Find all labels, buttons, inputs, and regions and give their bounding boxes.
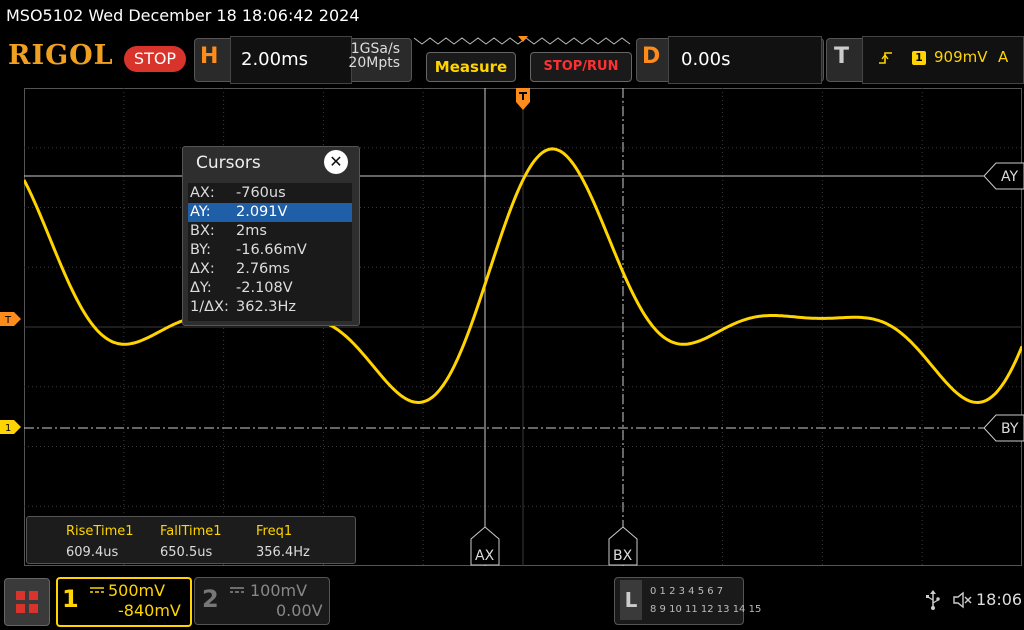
waveform-overview-bar[interactable]: [412, 36, 634, 48]
cursor-ax-label: AX: [475, 548, 495, 564]
usb-icon: [926, 590, 940, 610]
trigger-level: 909mV: [934, 48, 988, 66]
ch1-offset-marker-label: 1: [5, 423, 11, 434]
delay-key: D: [642, 44, 661, 69]
delay-value[interactable]: 0.00s: [668, 36, 822, 84]
cursor-row-label: BX:: [190, 223, 215, 239]
horizontal-key: H: [200, 44, 219, 69]
measure-label-rise: RiseTime1: [66, 524, 134, 539]
cursor-row-dy: ΔY: -2.108V: [188, 279, 352, 298]
measure-label-fall: FallTime1: [160, 524, 222, 539]
measure-value-rise: 609.4us: [66, 545, 119, 560]
cursor-ay-label: AY: [1001, 169, 1018, 185]
channel-1-scale: 500mV: [108, 581, 166, 600]
stop-run-button[interactable]: STOP/RUN: [530, 52, 632, 82]
system-clock: 18:06: [976, 590, 1023, 609]
logic-channels-row-1: 0 1 2 3 4 5 6 7: [650, 586, 724, 597]
graticule: [24, 88, 1022, 566]
cursor-row-value: -760us: [236, 185, 286, 201]
trigger-level-marker[interactable]: T: [0, 312, 22, 326]
cursor-row-value: 2ms: [236, 223, 267, 239]
close-icon[interactable]: ✕: [324, 150, 348, 174]
sample-rate: 1GSa/s: [350, 41, 400, 57]
cursor-by-tag[interactable]: BY: [984, 414, 1024, 442]
cursors-window-title: Cursors: [196, 153, 261, 173]
cursor-row-dx: ΔX: 2.76ms: [188, 260, 352, 279]
cursor-row-label: BY:: [190, 242, 211, 258]
cursor-row-ay[interactable]: AY: 2.091V: [188, 203, 352, 222]
channel-2-scale: 100mV: [250, 581, 308, 600]
run-state-badge[interactable]: STOP: [124, 46, 186, 72]
measure-value-freq: 356.4Hz: [256, 545, 310, 560]
status-line: MSO5102 Wed December 18 18:06:42 2024: [6, 6, 360, 25]
cursor-row-label: AY:: [190, 204, 211, 220]
memory-depth: 20Mpts: [348, 55, 400, 71]
trigger-mode: A: [998, 48, 1009, 66]
timebase-value[interactable]: 2.00ms: [230, 36, 352, 84]
cursor-by-label: BY: [1001, 421, 1019, 437]
trigger-position-icon: [516, 88, 530, 110]
cursor-row-value: 2.091V: [236, 204, 288, 220]
rising-edge-icon: [879, 52, 892, 64]
measure-value-fall: 650.5us: [160, 545, 213, 560]
waveform-display[interactable]: [24, 88, 1022, 566]
channel-2-number: 2: [202, 585, 219, 613]
cursor-readout-table: AX: -760us AY: 2.091V BX: 2ms BY: -16.66mV Δ…: [188, 183, 352, 321]
channel-2-offset: 0.00V: [276, 601, 323, 620]
channel-1-offset: -840mV: [118, 601, 181, 620]
cursor-row-value: -16.66mV: [236, 242, 307, 258]
dc-coupling-icon: [230, 587, 244, 593]
cursor-row-inv-dx: 1/ΔX: 362.3Hz: [188, 298, 352, 317]
cursor-row-label: ΔX:: [190, 261, 215, 277]
measure-button[interactable]: Measure: [426, 52, 516, 82]
dc-coupling-icon: [90, 587, 104, 593]
cursor-row-by: BY: -16.66mV: [188, 241, 352, 260]
cursor-row-label: ΔY:: [190, 280, 212, 296]
ch1-offset-marker[interactable]: 1: [0, 420, 22, 434]
menu-grid-icon: [16, 591, 38, 613]
cursor-row-ax: AX: -760us: [188, 184, 352, 203]
speaker-muted-icon[interactable]: [952, 590, 972, 610]
cursor-row-value: -2.108V: [236, 280, 293, 296]
cursor-bx-label: BX: [613, 548, 633, 564]
cursor-row-bx: BX: 2ms: [188, 222, 352, 241]
cursor-row-label: AX:: [190, 185, 215, 201]
channel-1-number: 1: [62, 585, 79, 613]
logic-analyzer-key: L: [620, 580, 642, 620]
cursor-ax-tag[interactable]: AX: [470, 526, 500, 566]
trigger-key: T: [834, 44, 850, 69]
brand-logo: RIGOL: [8, 40, 114, 71]
acquisition-info: 1GSa/s 20Mpts: [344, 42, 400, 70]
cursor-bx-tag[interactable]: BX: [608, 526, 638, 566]
measure-label-freq: Freq1: [256, 524, 293, 539]
logic-channels-row-2: 8 9 10 11 12 13 14 15: [650, 604, 762, 615]
trigger-level-marker-label: T: [4, 315, 12, 326]
menu-button[interactable]: [4, 578, 50, 626]
cursor-row-value: 362.3Hz: [236, 299, 297, 315]
cursor-ay-tag[interactable]: AY: [984, 162, 1024, 190]
cursor-row-value: 2.76ms: [236, 261, 290, 277]
trigger-source-badge: 1: [912, 51, 926, 65]
cursor-row-label: 1/ΔX:: [190, 299, 229, 315]
